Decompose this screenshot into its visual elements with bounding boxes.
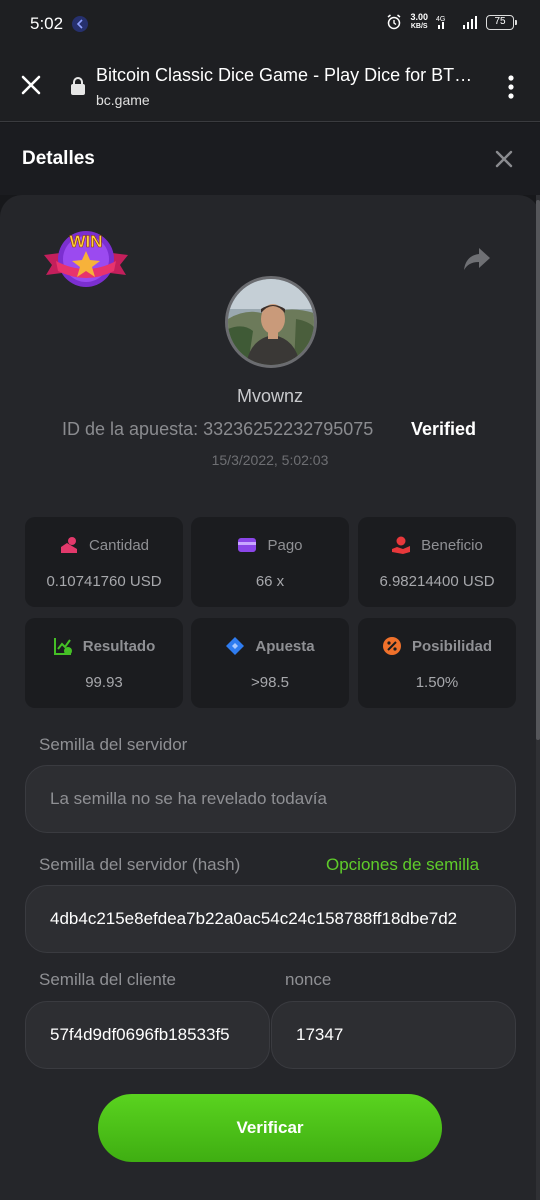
seed-options-link[interactable]: Opciones de semilla: [326, 855, 479, 875]
stat-pago: Pago 66 x: [191, 517, 349, 607]
avatar: [225, 276, 317, 368]
chart-check-icon: [53, 638, 72, 655]
close-icon[interactable]: [18, 72, 44, 98]
stat-label: Resultado: [82, 637, 156, 655]
server-hash-value: 4db4c215e8efdea7b22a0ac54c24c158788ff18d…: [50, 909, 458, 928]
notification-app-icon: [72, 16, 88, 32]
signal-bars-icon: [463, 16, 477, 29]
battery-icon: 75: [486, 14, 517, 30]
server-seed-field[interactable]: La semilla no se ha revelado todavía: [25, 765, 516, 833]
nonce-label: nonce: [285, 970, 332, 989]
client-seed-value: 57f4d9df0696fb18533f5: [50, 1025, 230, 1044]
verified-link[interactable]: Verified: [411, 419, 476, 440]
hand-coin-icon: [392, 536, 411, 554]
server-hash-label: Semilla del servidor (hash): [39, 855, 241, 874]
status-bar: 5:02 3.00 KB/S 4G 75: [0, 0, 540, 50]
coins-icon: [60, 537, 77, 553]
server-hash-field[interactable]: 4db4c215e8efdea7b22a0ac54c24c158788ff18d…: [25, 885, 516, 953]
status-indicators: 3.00 KB/S 4G 75: [386, 13, 517, 31]
stat-resultado: Resultado 99.93: [25, 618, 183, 708]
signal-4g-icon: 4G: [436, 16, 445, 29]
stat-value: 66 x: [255, 573, 285, 590]
stat-value: 1.50%: [415, 674, 459, 691]
speed-unit: KB/S: [410, 23, 428, 30]
ticket-icon: [226, 637, 245, 655]
nonce-field[interactable]: 17347: [271, 1001, 516, 1069]
scrollbar-thumb[interactable]: [536, 200, 540, 740]
stat-value: 0.10741760 USD: [46, 573, 162, 590]
more-vert-icon[interactable]: [500, 74, 522, 100]
page-title[interactable]: Bitcoin Classic Dice Game - Play Dice fo…: [96, 65, 472, 86]
modal-title: Detalles: [22, 148, 95, 169]
percent-icon: [382, 637, 401, 655]
bet-id: ID de la apuesta: 33236252232795075: [62, 419, 374, 439]
server-seed-placeholder: La semilla no se ha revelado todavía: [50, 789, 327, 808]
close-icon[interactable]: [493, 148, 515, 170]
speed-value: 3.00: [410, 12, 428, 22]
server-seed-label: Semilla del servidor: [39, 735, 188, 754]
username[interactable]: Mvownz: [0, 386, 540, 407]
page-url[interactable]: bc.game: [96, 92, 150, 108]
client-seed-field[interactable]: 57f4d9df0696fb18533f5: [25, 1001, 270, 1069]
stat-cantidad: Cantidad 0.10741760 USD: [25, 517, 183, 607]
stat-value: 6.98214400 USD: [379, 573, 495, 590]
stat-value: 99.93: [85, 674, 123, 691]
network-speed: 3.00 KB/S: [410, 13, 428, 31]
stat-label: Posibilidad: [411, 637, 492, 655]
status-time: 5:02: [30, 14, 64, 33]
verify-button[interactable]: Verificar: [98, 1094, 442, 1162]
stat-apuesta: Apuesta >98.5: [191, 618, 349, 708]
share-icon[interactable]: [462, 246, 492, 272]
stat-label: Cantidad: [88, 536, 150, 554]
stat-label: Pago: [267, 536, 303, 554]
stat-value: >98.5: [251, 674, 289, 691]
modal-header: Detalles: [0, 123, 540, 195]
svg-text:4G: 4G: [436, 16, 445, 23]
stat-label: Beneficio: [421, 536, 483, 554]
lock-icon[interactable]: [70, 77, 86, 95]
win-badge-icon: WIN: [44, 231, 128, 287]
bet-date: 15/3/2022, 5:02:03: [211, 452, 329, 468]
stat-posibilidad: Posibilidad 1.50%: [358, 618, 516, 708]
stat-beneficio: Beneficio 6.98214400 USD: [358, 517, 516, 607]
browser-toolbar: Bitcoin Classic Dice Game - Play Dice fo…: [0, 50, 540, 122]
wallet-icon: [238, 538, 257, 552]
alarm-icon: [388, 14, 401, 30]
stat-label: Apuesta: [255, 637, 315, 655]
client-seed-label: Semilla del cliente: [39, 970, 177, 989]
nonce-value: 17347: [296, 1025, 344, 1044]
win-badge-text: WIN: [69, 232, 102, 251]
